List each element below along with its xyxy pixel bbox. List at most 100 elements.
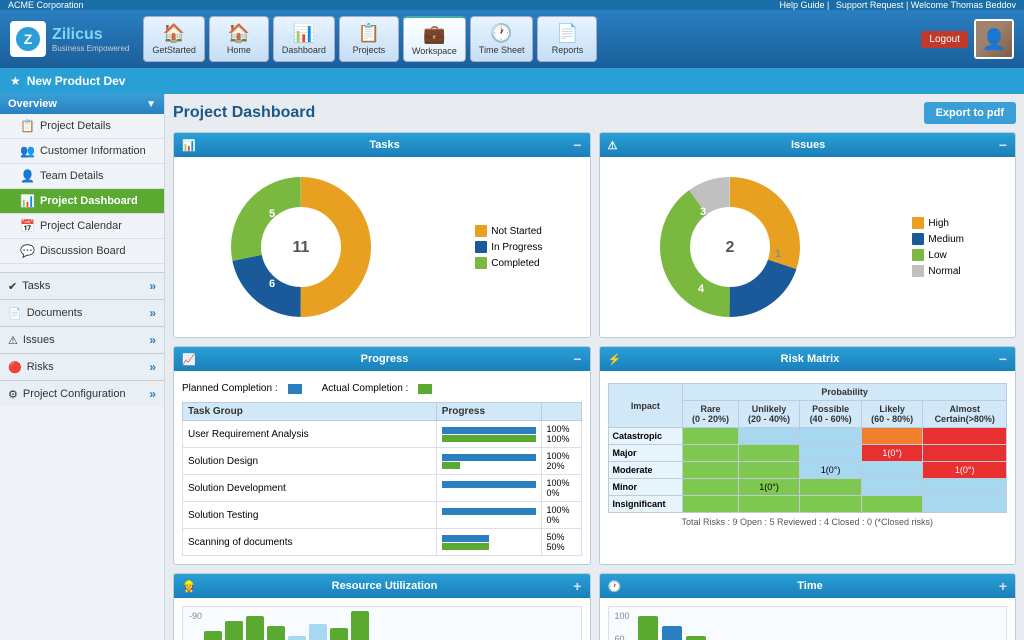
risk-cell bbox=[683, 445, 738, 462]
dashboard-icon: 📊 bbox=[293, 23, 315, 44]
nav-timesheet[interactable]: 🕐 Time Sheet bbox=[470, 16, 534, 62]
nav-home[interactable]: 🏠 Home bbox=[209, 16, 269, 62]
project-config-arrow-icon: » bbox=[149, 387, 156, 401]
svg-text:6: 6 bbox=[269, 278, 275, 290]
risk-cell bbox=[800, 445, 862, 462]
sidebar-item-customer-info[interactable]: 👥 Customer Information bbox=[0, 139, 164, 164]
risk-cell bbox=[923, 496, 1007, 513]
timesheet-icon: 🕐 bbox=[490, 23, 512, 44]
resource-bar bbox=[351, 611, 369, 640]
resource-axis-label: -90 bbox=[189, 611, 202, 621]
task-name: User Requirement Analysis bbox=[183, 421, 437, 448]
sidebar: Overview ▼ 📋 Project Details 👥 Customer … bbox=[0, 94, 165, 640]
sidebar-item-project-config[interactable]: ⚙ Project Configuration » bbox=[0, 380, 164, 407]
help-guide-link[interactable]: Help Guide bbox=[780, 0, 825, 10]
risk-panel-body: Impact Probability Rare(0 - 20%) Unlikel… bbox=[600, 371, 1016, 535]
sidebar-item-risks[interactable]: 🔴 Risks » bbox=[0, 353, 164, 380]
tasks-collapse-button[interactable]: − bbox=[573, 137, 581, 153]
logout-area: Logout 👤 bbox=[921, 19, 1014, 59]
project-details-icon: 📋 bbox=[20, 119, 35, 133]
risk-cell bbox=[861, 479, 923, 496]
logo: Z Zilicus Business Empowered bbox=[10, 21, 129, 57]
risk-collapse-button[interactable]: − bbox=[999, 351, 1007, 367]
risk-cell bbox=[683, 496, 738, 513]
workspace-icon: 💼 bbox=[423, 24, 445, 45]
documents-label: Documents bbox=[27, 307, 83, 319]
col-task-group: Task Group bbox=[183, 403, 437, 421]
nav-projects[interactable]: 📋 Projects bbox=[339, 16, 399, 62]
support-request-link[interactable]: Support Request bbox=[836, 0, 904, 10]
sidebar-item-project-dashboard[interactable]: 📊 Project Dashboard bbox=[0, 189, 164, 214]
svg-text:3: 3 bbox=[700, 206, 706, 218]
svg-text:Z: Z bbox=[24, 31, 33, 47]
tasks-panel-header: 📊 Tasks − bbox=[174, 133, 590, 157]
planned-bar bbox=[442, 427, 536, 434]
resource-bar bbox=[225, 621, 243, 640]
sidebar-item-issues[interactable]: ⚠ Issues » bbox=[0, 326, 164, 353]
project-name: New Product Dev bbox=[27, 74, 126, 88]
risk-cell bbox=[800, 479, 862, 496]
logout-button[interactable]: Logout bbox=[921, 31, 968, 48]
top-bar: ACME Corporation Help Guide | Support Re… bbox=[0, 0, 1024, 10]
export-button[interactable]: Export to pdf bbox=[924, 102, 1016, 124]
project-config-icon: ⚙ bbox=[8, 388, 18, 401]
project-dashboard-icon: 📊 bbox=[20, 194, 35, 208]
sidebar-item-team-details[interactable]: 👤 Team Details bbox=[0, 164, 164, 189]
impact-moderate: Moderate bbox=[608, 462, 683, 479]
progress-panel-header: 📈 Progress − bbox=[174, 347, 590, 371]
main-layout: Overview ▼ 📋 Project Details 👥 Customer … bbox=[0, 94, 1024, 640]
sidebar-item-label: Project Details bbox=[40, 120, 111, 132]
nav-workspace[interactable]: 💼 Workspace bbox=[403, 16, 466, 62]
sidebar-item-project-details[interactable]: 📋 Project Details bbox=[0, 114, 164, 139]
task-bar bbox=[436, 529, 541, 556]
table-row: Scanning of documents 50%50% bbox=[183, 529, 582, 556]
legend-low: Low bbox=[912, 249, 964, 261]
col-rare: Rare(0 - 20%) bbox=[683, 401, 738, 428]
tasks-icon: ✔ bbox=[8, 280, 17, 293]
risk-cell bbox=[683, 428, 738, 445]
normal-label: Normal bbox=[928, 266, 960, 277]
nav-reports[interactable]: 📄 Reports bbox=[537, 16, 597, 62]
nav-home-label: Home bbox=[227, 45, 251, 55]
getstarted-icon: 🏠 bbox=[163, 23, 185, 44]
sidebar-item-tasks[interactable]: ✔ Tasks » bbox=[0, 272, 164, 299]
resource-bar bbox=[288, 636, 306, 640]
progress-panel-icon: 📈 bbox=[182, 353, 196, 366]
table-row: Major 1(0°) bbox=[608, 445, 1007, 462]
resource-panel: 👷 Resource Utilization + -90 bbox=[173, 573, 591, 640]
resource-panel-body: -90 bbox=[174, 598, 590, 640]
actual-color-swatch bbox=[418, 384, 432, 394]
risk-cell: 1(0°) bbox=[800, 462, 862, 479]
task-bar bbox=[436, 475, 541, 502]
issues-donut-chart: 2 3 4 1 bbox=[650, 167, 810, 327]
nav-getstarted[interactable]: 🏠 GetStarted bbox=[143, 16, 205, 62]
progress-collapse-button[interactable]: − bbox=[573, 351, 581, 367]
risk-cell bbox=[861, 496, 923, 513]
legend-high: High bbox=[912, 217, 964, 229]
resource-collapse-button[interactable]: + bbox=[573, 578, 581, 594]
sidebar-item-documents[interactable]: 📄 Documents » bbox=[0, 299, 164, 326]
table-row: Minor 1(0°) bbox=[608, 479, 1007, 496]
time-panel-icon: 🕐 bbox=[608, 580, 622, 593]
actual-bar bbox=[442, 543, 489, 550]
risk-panel-icon: ⚡ bbox=[608, 353, 622, 366]
project-bar: ★ New Product Dev bbox=[0, 68, 1024, 94]
sidebar-overview-header[interactable]: Overview ▼ bbox=[0, 94, 164, 114]
table-row: Moderate 1(0°) 1(0°) bbox=[608, 462, 1007, 479]
planned-color-swatch bbox=[288, 384, 302, 394]
table-row: Solution Design 100%20% bbox=[183, 448, 582, 475]
legend-completed: Completed bbox=[475, 257, 542, 269]
risk-cell bbox=[800, 428, 862, 445]
issues-panel-title: Issues bbox=[791, 139, 825, 151]
dashboard-grid: 📊 Tasks − 11 5 6 bbox=[173, 132, 1016, 640]
not-started-color bbox=[475, 225, 487, 237]
risks-arrow-icon: » bbox=[149, 360, 156, 374]
issues-collapse-button[interactable]: − bbox=[999, 137, 1007, 153]
time-collapse-button[interactable]: + bbox=[999, 578, 1007, 594]
sidebar-section-overview: Overview ▼ 📋 Project Details 👥 Customer … bbox=[0, 94, 164, 264]
time-axis-mid: 60 bbox=[615, 634, 630, 640]
sidebar-item-project-calendar[interactable]: 📅 Project Calendar bbox=[0, 214, 164, 239]
nav-dashboard[interactable]: 📊 Dashboard bbox=[273, 16, 335, 62]
risk-cell: 1(0°) bbox=[923, 462, 1007, 479]
sidebar-item-discussion-board[interactable]: 💬 Discussion Board bbox=[0, 239, 164, 264]
